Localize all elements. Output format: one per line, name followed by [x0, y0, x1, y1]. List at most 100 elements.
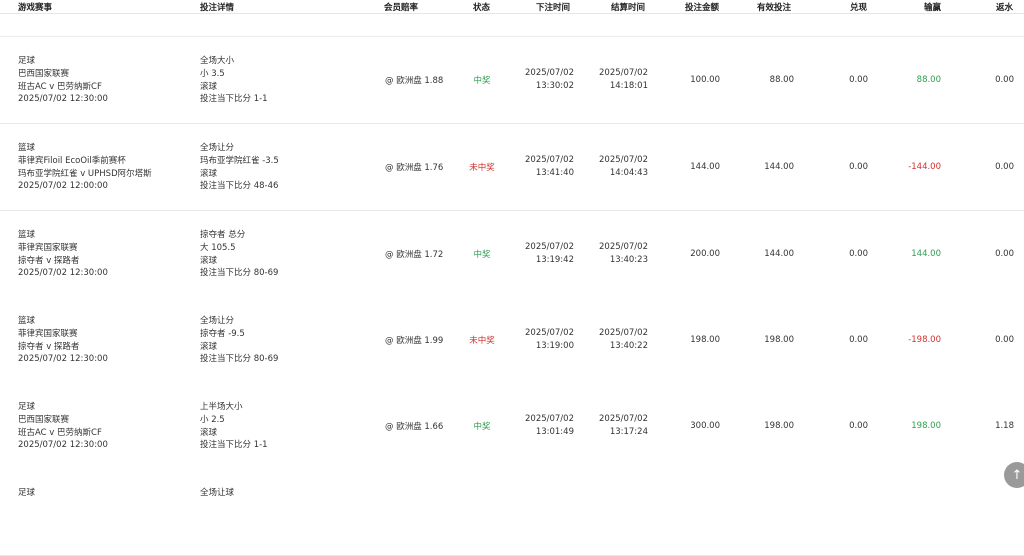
bet-score: 投注当下比分 48-46 — [200, 181, 279, 192]
sport-type: 篮球 — [18, 316, 36, 326]
bet-market: 全场让球 — [200, 488, 235, 498]
bet-selection: 玛布亚学院红雀 -3.5 — [200, 155, 279, 166]
match-teams: 掠夺者 v 探路者 — [18, 341, 80, 352]
header-game: 游戏赛事 — [18, 3, 53, 13]
league-name: 菲律宾国家联赛 — [18, 328, 78, 339]
header-bet-time: 下注时间 — [536, 3, 571, 13]
settle-date: 2025/07/02 — [599, 414, 648, 425]
league-name: 巴西国家联赛 — [18, 414, 70, 425]
bet-time: 13:19:42 — [535, 255, 574, 265]
bet-detail: 上半场大小 小 2.5 滚球 投注当下比分 1-1 — [200, 401, 268, 452]
game-info: 足球 — [18, 487, 35, 500]
settle-date: 2025/07/02 — [599, 155, 648, 166]
rebate: 0.00 — [995, 162, 1014, 172]
table-row[interactable]: 篮球 菲律宾国家联赛 掠夺者 v 探路者 2025/07/02 12:30:00… — [0, 297, 1024, 384]
bet-date: 2025/07/02 — [525, 68, 574, 79]
odds: @ 欧洲盘 1.76 — [385, 163, 444, 173]
game-info: 足球 巴西国家联赛 班古AC v 巴劳纳斯CF 2025/07/02 12:30… — [18, 401, 108, 452]
table-row[interactable]: 篮球 菲律宾国家联赛 掠夺者 v 探路者 2025/07/02 12:30:00… — [0, 211, 1024, 298]
settle-time-cell: 2025/07/02 14:04:43 — [588, 124, 648, 210]
cashout: 0.00 — [849, 335, 868, 345]
bet-selection: 大 105.5 — [200, 242, 236, 253]
bet-market: 上半场大小 — [200, 402, 243, 412]
valid-bet: 198.00 — [764, 421, 794, 431]
settle-time-cell: 2025/07/02 13:40:23 — [588, 211, 648, 297]
match-teams: 班古AC v 巴劳纳斯CF — [18, 81, 102, 92]
odds: @ 欧洲盘 1.66 — [385, 422, 444, 432]
bet-amount: 200.00 — [690, 249, 720, 259]
bet-time: 13:41:40 — [535, 168, 574, 178]
table-row[interactable]: 足球 巴西国家联赛 班古AC v 巴劳纳斯CF 2025/07/02 12:30… — [0, 383, 1024, 470]
win-loss: 144.00 — [911, 249, 941, 259]
cashout: 0.00 — [849, 421, 868, 431]
settle-date: 2025/07/02 — [599, 328, 648, 339]
header-bet-detail: 投注详情 — [200, 3, 235, 13]
table-row[interactable]: 足球 巴西国家联赛 班古AC v 巴劳纳斯CF 2025/07/02 12:30… — [0, 37, 1024, 124]
bet-market: 全场大小 — [200, 56, 235, 66]
bet-time-cell: 2025/07/02 13:41:40 — [516, 124, 574, 210]
settle-time: 13:40:23 — [609, 255, 648, 265]
match-time: 2025/07/02 12:30:00 — [18, 94, 108, 105]
bet-date: 2025/07/02 — [525, 242, 574, 253]
bet-selection: 小 2.5 — [200, 414, 225, 425]
header-valid-bet: 有效投注 — [757, 3, 792, 13]
bet-time: 13:19:00 — [535, 341, 574, 351]
header-status: 状态 — [473, 3, 491, 13]
settle-date: 2025/07/02 — [599, 68, 648, 79]
settle-time: 14:04:43 — [609, 168, 648, 178]
bet-type: 滚球 — [200, 255, 218, 266]
league-name: 巴西国家联赛 — [18, 68, 70, 79]
bet-date: 2025/07/02 — [525, 414, 574, 425]
odds: @ 欧洲盘 1.99 — [385, 336, 444, 346]
match-time: 2025/07/02 12:00:00 — [18, 181, 108, 192]
settle-date: 2025/07/02 — [599, 242, 648, 253]
sport-type: 足球 — [18, 56, 36, 66]
table-header: 游戏赛事 投注详情 会员赔率 状态 下注时间 结算时间 投注金额 有效投注 兑现… — [0, 0, 1024, 14]
settle-time: 13:40:22 — [609, 341, 648, 351]
rebate: 0.00 — [995, 335, 1014, 345]
sport-type: 篮球 — [18, 230, 36, 240]
bet-time-cell: 2025/07/02 13:30:02 — [516, 37, 574, 123]
match-time: 2025/07/02 12:30:00 — [18, 268, 108, 279]
bet-selection: 掠夺者 -9.5 — [200, 328, 245, 339]
bet-market: 全场让分 — [200, 143, 235, 153]
scroll-top-button[interactable]: ↑ — [1004, 462, 1024, 488]
status-badge: 未中奖 — [469, 163, 495, 173]
bet-type: 滚球 — [200, 427, 218, 438]
bet-selection: 小 3.5 — [200, 68, 225, 79]
bet-type: 滚球 — [200, 341, 218, 352]
bet-detail: 掠夺者 总分 大 105.5 滚球 投注当下比分 80-69 — [200, 229, 278, 280]
bet-amount: 198.00 — [690, 335, 720, 345]
league-name: 菲律宾国家联赛 — [18, 242, 78, 253]
bet-market: 掠夺者 总分 — [200, 230, 246, 240]
bet-date: 2025/07/02 — [525, 328, 574, 339]
match-time: 2025/07/02 12:30:00 — [18, 440, 108, 451]
header-amount: 投注金额 — [685, 3, 720, 13]
odds: @ 欧洲盘 1.72 — [385, 250, 444, 260]
valid-bet: 88.00 — [769, 75, 794, 85]
win-loss: -198.00 — [908, 335, 941, 345]
table-row[interactable]: 足球 全场让球 — [0, 469, 1024, 556]
bet-detail: 全场让分 掠夺者 -9.5 滚球 投注当下比分 80-69 — [200, 315, 278, 366]
game-info: 篮球 菲律宾国家联赛 掠夺者 v 探路者 2025/07/02 12:30:00 — [18, 229, 108, 280]
sport-type: 足球 — [18, 402, 36, 412]
table-row[interactable]: 篮球 菲律宾Filoil EcoOil季前赛杯 玛布亚学院红雀 v UPHSD阿… — [0, 124, 1024, 211]
match-teams: 班古AC v 巴劳纳斯CF — [18, 427, 102, 438]
league-name: 菲律宾Filoil EcoOil季前赛杯 — [18, 155, 126, 166]
header-winloss: 输赢 — [924, 3, 942, 13]
header-spacer — [0, 14, 1024, 37]
win-loss: 88.00 — [916, 75, 941, 85]
settle-time-cell: 2025/07/02 13:40:22 — [588, 297, 648, 383]
bet-date: 2025/07/02 — [525, 155, 574, 166]
arrow-up-icon: ↑ — [1011, 467, 1023, 483]
match-teams: 玛布亚学院红雀 v UPHSD阿尔塔斯 — [18, 168, 152, 179]
odds: @ 欧洲盘 1.88 — [385, 76, 444, 86]
bet-detail: 全场让球 — [200, 487, 234, 500]
game-info: 篮球 菲律宾Filoil EcoOil季前赛杯 玛布亚学院红雀 v UPHSD阿… — [18, 142, 152, 193]
sport-type: 篮球 — [18, 143, 36, 153]
sport-type: 足球 — [18, 488, 36, 498]
header-settle-time: 结算时间 — [611, 3, 646, 13]
bet-score: 投注当下比分 1-1 — [200, 94, 268, 105]
game-info: 足球 巴西国家联赛 班古AC v 巴劳纳斯CF 2025/07/02 12:30… — [18, 55, 108, 106]
win-loss: 198.00 — [911, 421, 941, 431]
